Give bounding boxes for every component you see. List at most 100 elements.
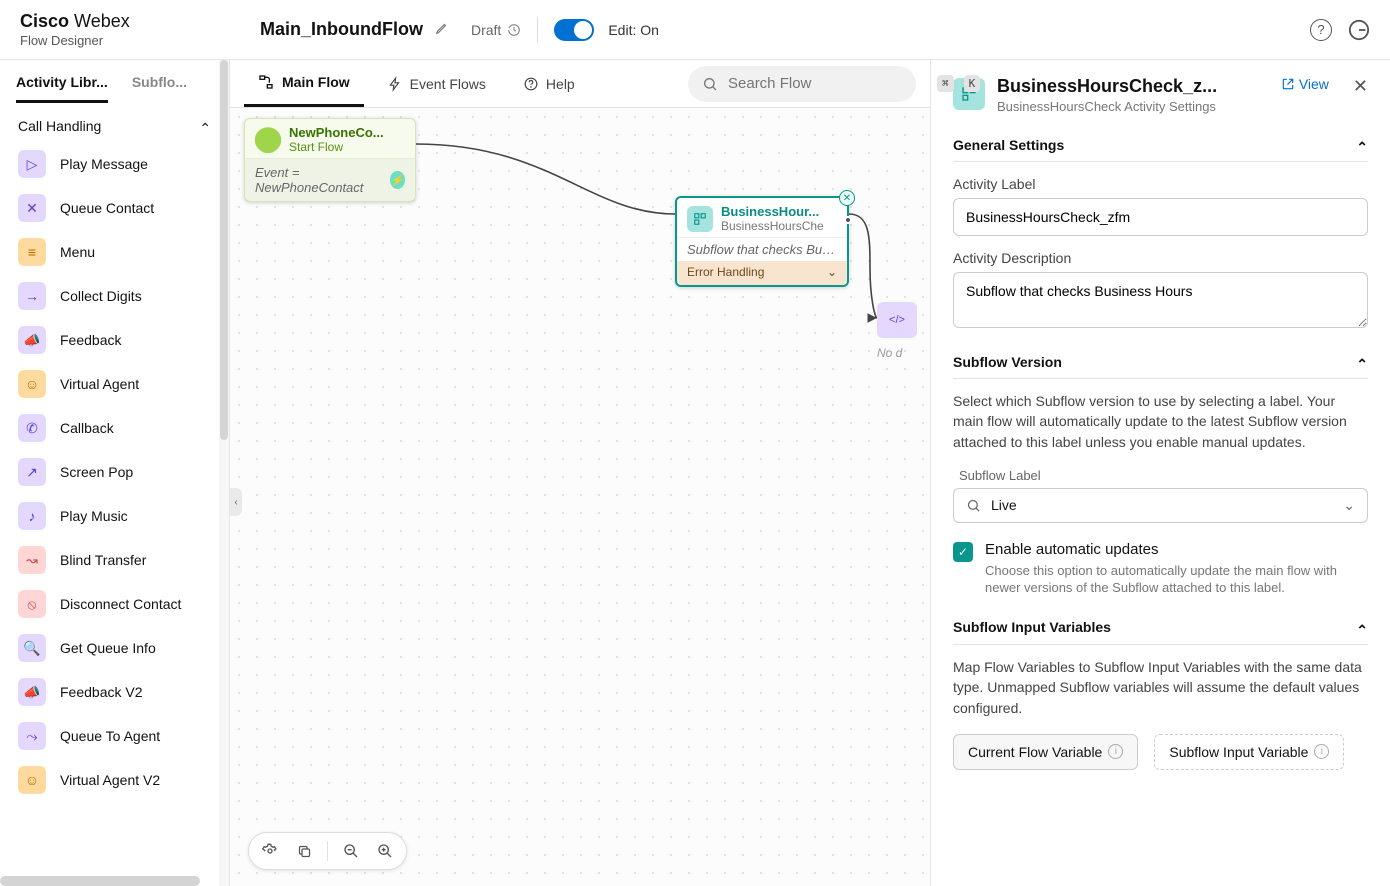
start-node-subtitle: Start Flow xyxy=(289,140,384,154)
draft-status: Draft xyxy=(471,22,521,38)
section-general-settings[interactable]: General Settings xyxy=(953,136,1368,162)
chevron-up-icon xyxy=(199,117,211,134)
sidebar-scrollbar[interactable] xyxy=(219,60,229,886)
zoom-out-icon[interactable] xyxy=(340,840,362,862)
activity-item-screen-pop[interactable]: ↗ Screen Pop xyxy=(10,450,219,494)
label-subflow-label: Subflow Label xyxy=(959,468,1368,483)
activity-item-play-music[interactable]: ♪Play Music xyxy=(10,494,219,538)
input-activity-description[interactable] xyxy=(953,272,1368,328)
canvas[interactable]: ‹ NewPhoneCo... Start Flow Event = Ne xyxy=(230,108,930,886)
activity-label: Queue Contact xyxy=(60,200,154,216)
activity-label: Virtual Agent V2 xyxy=(60,772,160,788)
activity-label: Menu xyxy=(60,244,95,260)
sidebar-tab-subflows[interactable]: Subflo... xyxy=(132,74,187,103)
activity-icon: ▷ xyxy=(18,150,46,178)
section-subflow-version[interactable]: Subflow Version xyxy=(953,353,1368,379)
activity-item-collect-digits[interactable]: →Collect Digits xyxy=(10,274,219,318)
exit-icon[interactable] xyxy=(1348,19,1370,41)
help-circle-icon xyxy=(524,77,538,91)
activity-label: Feedback V2 xyxy=(60,684,143,700)
activity-icon: ☺ xyxy=(18,766,46,794)
activity-label: Collect Digits xyxy=(60,288,142,304)
activity-item-virtual-agent[interactable]: ☺Virtual Agent xyxy=(10,362,219,406)
auto-updates-label: Enable automatic updates xyxy=(985,541,1368,558)
activity-item-virtual-agent-v2[interactable]: ☺ Virtual Agent V2 xyxy=(10,758,219,802)
activity-item-disconnect-contact[interactable]: ⦸Disconnect Contact xyxy=(10,582,219,626)
tab-main-flow[interactable]: Main Flow xyxy=(244,60,364,107)
chevron-up-icon xyxy=(1356,136,1368,153)
node-business-hours[interactable]: ✕ BusinessHour... BusinessHoursChe Subfl… xyxy=(675,196,849,287)
help-icon[interactable]: ? xyxy=(1310,19,1332,41)
info-icon: i xyxy=(1108,744,1123,759)
activity-item-play-message[interactable]: ▷ Play Message xyxy=(10,142,219,186)
chevron-up-icon xyxy=(1356,619,1368,636)
node-http[interactable]: </> xyxy=(877,302,917,338)
chevron-down-icon: ⌄ xyxy=(827,265,837,279)
checkbox-auto-updates[interactable]: ✓ xyxy=(953,542,973,562)
sidebar-h-scroll-thumb[interactable] xyxy=(0,876,200,886)
activity-icon: 🔍 xyxy=(18,634,46,662)
props-title: BusinessHoursCheck_z... xyxy=(997,76,1269,97)
chevron-down-icon: ⌄ xyxy=(1343,497,1355,514)
view-link[interactable]: View xyxy=(1281,76,1329,92)
brand: Cisco Webex Flow Designer xyxy=(20,11,220,48)
edit-name-icon[interactable] xyxy=(435,21,449,38)
activity-item-feedback[interactable]: 📣Feedback xyxy=(10,318,219,362)
search-flow[interactable]: ⌘ K xyxy=(688,66,916,102)
activity-icon: 📣 xyxy=(18,326,46,354)
activity-icon: ⤳ xyxy=(18,722,46,750)
settings-icon[interactable] xyxy=(259,840,281,862)
activity-item-callback[interactable]: ✆Callback xyxy=(10,406,219,450)
info-icon: i xyxy=(1314,744,1329,759)
activity-icon: ↗ xyxy=(18,458,46,486)
flow-canvas-area: Main Flow Event Flows Help ⌘ K ‹ xyxy=(230,60,930,886)
activity-item-queue-to-agent[interactable]: ⤳ Queue To Agent xyxy=(10,714,219,758)
http-node-desc: No d xyxy=(877,346,917,360)
sidebar-tab-activity-library[interactable]: Activity Libr... xyxy=(16,74,108,103)
activity-item-feedback-v2[interactable]: 📣 Feedback V2 xyxy=(10,670,219,714)
brand-bold: Cisco xyxy=(20,11,69,31)
select-subflow-label[interactable]: Live ⌄ xyxy=(953,488,1368,523)
kbd-k: K xyxy=(964,75,981,92)
start-shape-icon xyxy=(250,121,287,158)
activity-label: Get Queue Info xyxy=(60,640,156,656)
edit-mode-label: Edit: On xyxy=(608,22,659,38)
activity-item-get-queue-info[interactable]: 🔍 Get Queue Info xyxy=(10,626,219,670)
subflow-version-desc: Select which Subflow version to use by s… xyxy=(953,391,1368,452)
activity-item-menu[interactable]: ≡Menu xyxy=(10,230,219,274)
node-start-flow[interactable]: NewPhoneCo... Start Flow Event = NewPhon… xyxy=(244,118,416,202)
props-subtitle: BusinessHoursCheck Activity Settings xyxy=(997,99,1269,114)
activity-library-sidebar: Activity Libr... Subflo... Call Handling… xyxy=(0,60,230,886)
search-input[interactable] xyxy=(728,75,927,92)
bolt-icon xyxy=(388,77,402,91)
activity-label: Virtual Agent xyxy=(60,376,139,392)
activity-icon: 📣 xyxy=(18,678,46,706)
current-flow-variable-button[interactable]: Current Flow Variablei xyxy=(953,734,1138,770)
close-panel-icon[interactable]: ✕ xyxy=(1353,76,1368,97)
chevron-up-icon xyxy=(1356,353,1368,370)
activity-item-queue-contact[interactable]: ✕Queue Contact xyxy=(10,186,219,230)
edit-toggle[interactable] xyxy=(554,19,594,41)
bh-node-description: Subflow that checks Busin... xyxy=(677,237,847,261)
error-handling-toggle[interactable]: Error Handling ⌄ xyxy=(677,261,847,285)
subflow-inputs-desc: Map Flow Variables to Subflow Input Vari… xyxy=(953,657,1368,718)
input-activity-label[interactable] xyxy=(953,198,1368,236)
tab-event-flows[interactable]: Event Flows xyxy=(374,60,500,107)
activity-label: Play Music xyxy=(60,508,128,524)
tab-help[interactable]: Help xyxy=(510,60,589,107)
activity-label: Queue To Agent xyxy=(60,728,160,744)
activity-label: Play Message xyxy=(60,156,148,172)
activity-label: Disconnect Contact xyxy=(60,596,181,612)
activity-label: Screen Pop xyxy=(60,464,133,480)
section-subflow-input-variables[interactable]: Subflow Input Variables xyxy=(953,619,1368,645)
activity-icon: ↝ xyxy=(18,546,46,574)
delete-node-icon[interactable]: ✕ xyxy=(839,190,855,206)
subflow-input-variable-button[interactable]: Subflow Input Variablei xyxy=(1154,734,1344,770)
activity-item-blind-transfer[interactable]: ↝Blind Transfer xyxy=(10,538,219,582)
copy-icon[interactable] xyxy=(293,840,315,862)
zoom-in-icon[interactable] xyxy=(374,840,396,862)
collapse-sidebar-handle[interactable]: ‹ xyxy=(230,488,242,516)
subflow-icon xyxy=(687,206,713,232)
section-call-handling[interactable]: Call Handling xyxy=(0,103,229,138)
node-output-port[interactable] xyxy=(844,216,852,224)
